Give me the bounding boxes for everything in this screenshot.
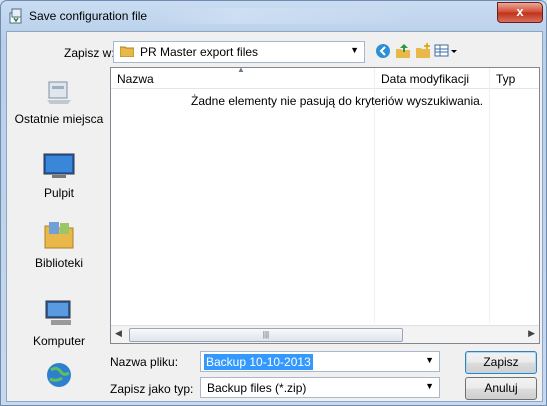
places-bar: Ostatnie miejsca Pulpit Biblioteki Kompu… xyxy=(13,68,105,393)
filetype-value: Backup files (*.zip) xyxy=(207,381,307,395)
title-reflection xyxy=(161,8,411,24)
desktop-icon xyxy=(13,152,105,183)
save-dialog: Save configuration file x Zapisz w: PR M… xyxy=(0,0,547,406)
network-globe-icon xyxy=(13,360,105,393)
column-type-header[interactable]: Typ xyxy=(496,72,515,86)
recent-places-icon xyxy=(13,78,105,109)
place-recent[interactable]: Ostatnie miejsca xyxy=(13,78,105,126)
empty-message: Żadne elementy nie pasują do kryteriów w… xyxy=(191,94,484,108)
cancel-button[interactable]: Anuluj xyxy=(465,377,537,400)
save-button[interactable]: Zapisz xyxy=(465,351,537,374)
dialog-body: Zapisz w: PR Master export files ▼ Ostat… xyxy=(6,31,543,402)
place-label: Biblioteki xyxy=(34,256,84,270)
place-computer[interactable]: Komputer xyxy=(13,298,105,348)
filename-value: Backup 10-10-2013 xyxy=(204,354,313,370)
horizontal-scrollbar[interactable]: ◀ ||| ▶ xyxy=(111,325,539,343)
place-libraries[interactable]: Biblioteki xyxy=(13,220,105,270)
sort-arrow-icon: ▲ xyxy=(237,65,245,74)
back-icon[interactable] xyxy=(374,42,392,60)
filename-label: Nazwa pliku: xyxy=(110,355,179,369)
filetype-select[interactable]: Backup files (*.zip) ▼ xyxy=(200,377,440,398)
close-button[interactable]: x xyxy=(497,2,543,23)
column-divider xyxy=(489,68,490,323)
new-folder-icon[interactable] xyxy=(414,42,432,60)
computer-icon xyxy=(13,298,105,331)
save-in-label: Zapisz w: xyxy=(64,46,115,60)
file-list[interactable]: Nazwa ▲ Data modyfikacji Typ Żadne eleme… xyxy=(110,65,540,344)
up-folder-icon[interactable] xyxy=(394,42,412,60)
folder-icon xyxy=(119,45,135,58)
chevron-down-icon[interactable]: ▼ xyxy=(350,45,359,55)
scroll-right-icon[interactable]: ▶ xyxy=(528,328,535,339)
place-label: Ostatnie miejsca xyxy=(14,112,104,126)
scroll-thumb[interactable]: ||| xyxy=(129,328,403,342)
list-header: Nazwa ▲ Data modyfikacji Typ xyxy=(111,65,539,89)
libraries-icon xyxy=(13,220,105,253)
column-name-header[interactable]: Nazwa xyxy=(117,72,154,86)
place-label: Pulpit xyxy=(43,186,75,200)
place-network[interactable] xyxy=(13,360,105,396)
chevron-down-icon[interactable]: ▼ xyxy=(425,381,434,391)
place-desktop[interactable]: Pulpit xyxy=(13,152,105,200)
filename-input[interactable]: Backup 10-10-2013 ▼ xyxy=(200,351,440,372)
save-file-icon xyxy=(8,8,24,24)
scroll-left-icon[interactable]: ◀ xyxy=(115,328,122,339)
view-menu-icon[interactable] xyxy=(434,42,458,60)
chevron-down-icon[interactable]: ▼ xyxy=(425,355,434,365)
window-title: Save configuration file xyxy=(29,9,148,23)
filetype-label: Zapisz jako typ: xyxy=(110,382,194,396)
save-in-value: PR Master export files xyxy=(140,45,259,59)
column-date-header[interactable]: Data modyfikacji xyxy=(381,72,469,86)
place-label: Komputer xyxy=(32,334,86,348)
title-bar[interactable]: Save configuration file x xyxy=(1,1,546,31)
save-in-combo[interactable]: PR Master export files ▼ xyxy=(113,41,365,63)
